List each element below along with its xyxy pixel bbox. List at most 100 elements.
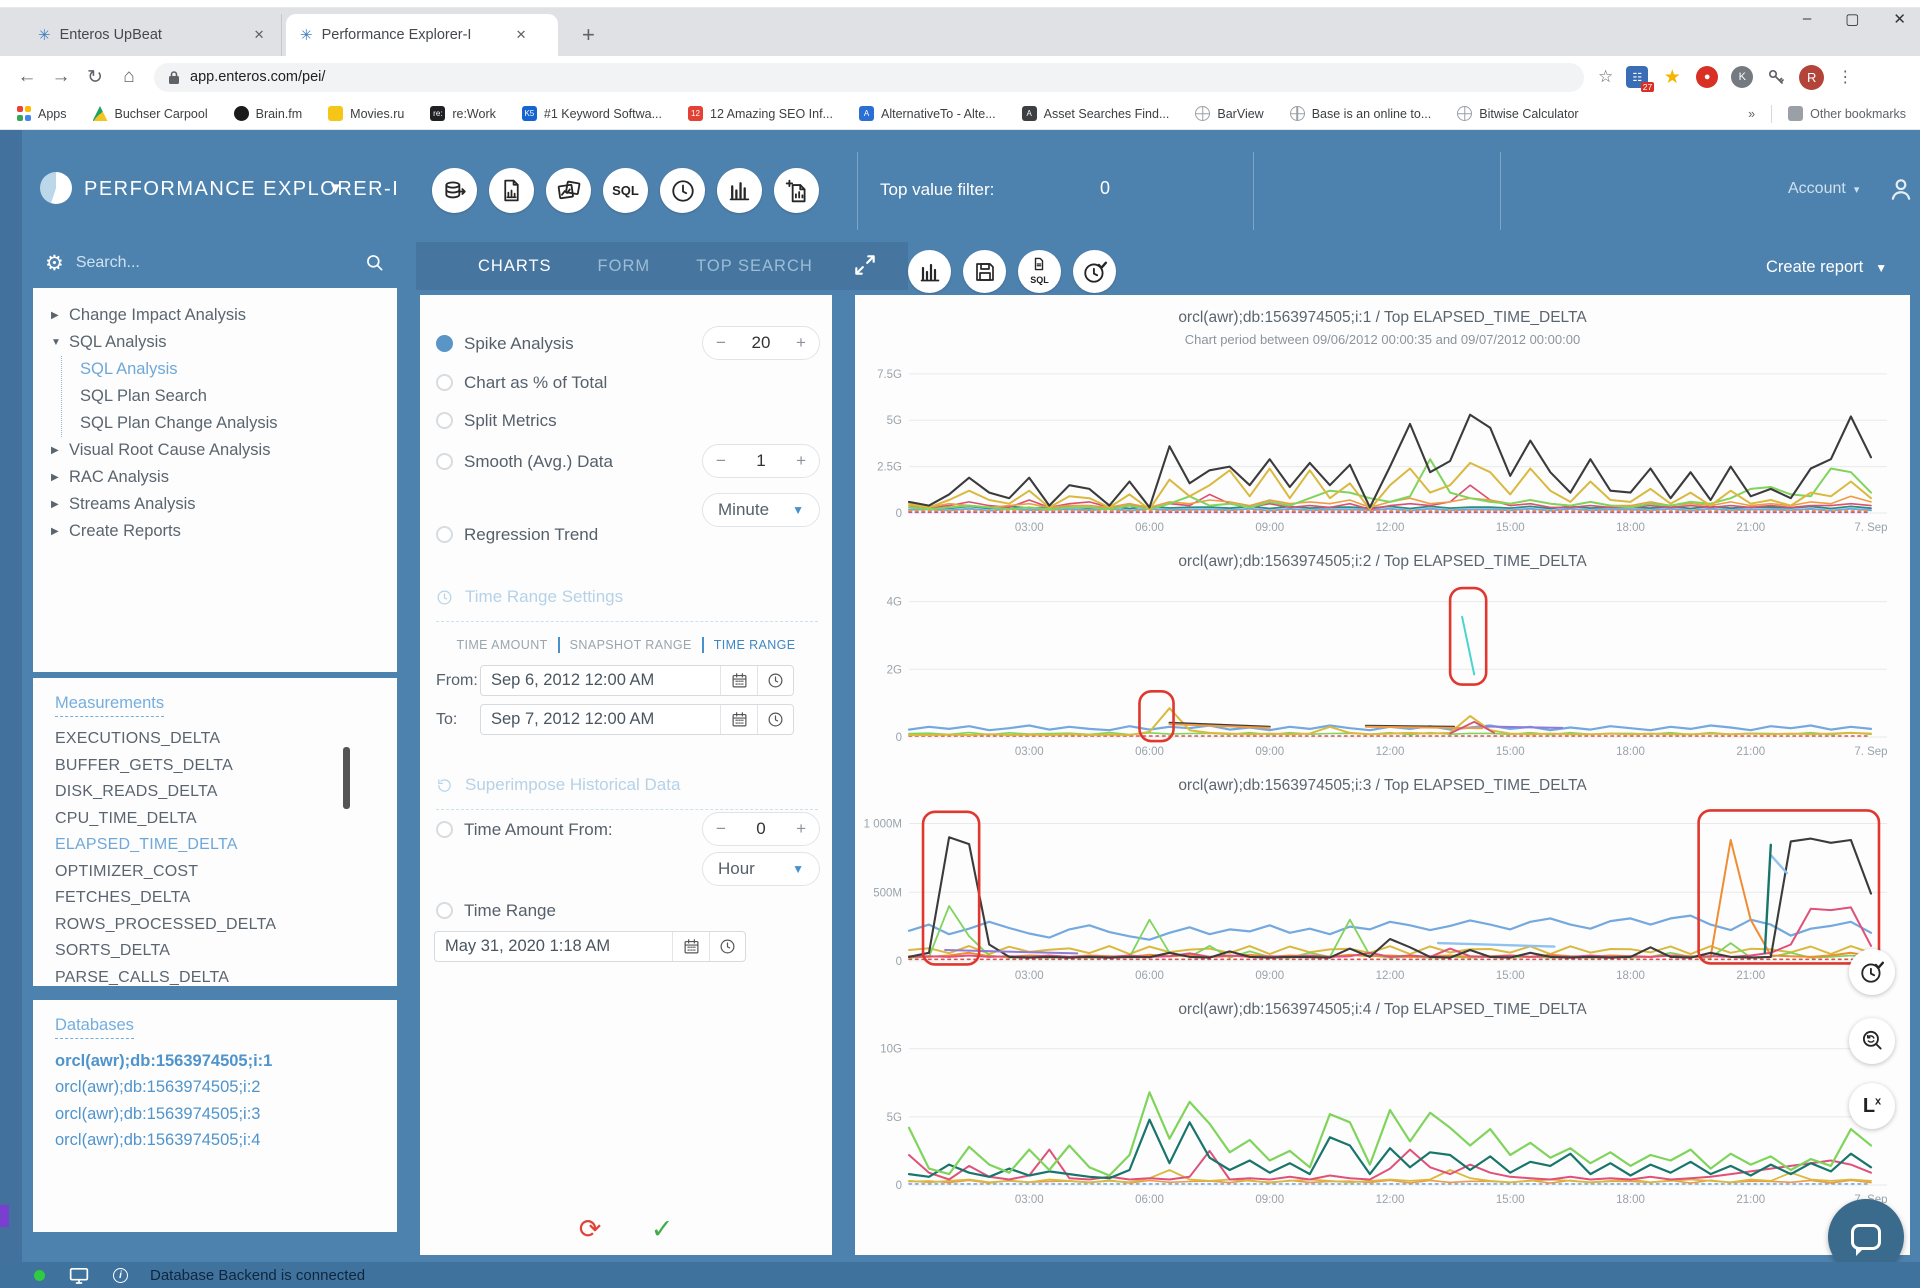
reset-button[interactable]: ⟳ xyxy=(570,1209,610,1249)
key-icon[interactable] xyxy=(1766,67,1786,87)
measurement-elapsed-time-delta[interactable]: ELAPSED_TIME_DELTA xyxy=(55,832,397,859)
calendar-icon[interactable] xyxy=(673,932,709,961)
sql-export-button[interactable]: SQL xyxy=(1018,250,1061,293)
bookmark-alternativeto-alte[interactable]: AAlternativeTo - Alte... xyxy=(859,106,996,121)
schedule-check-button[interactable] xyxy=(1073,250,1116,293)
time-range-tab-time-amount[interactable]: TIME AMOUNT xyxy=(446,638,557,652)
tab-charts[interactable]: CHARTS xyxy=(478,257,552,276)
sidebar-subitem-sql-plan-change-analysis[interactable]: SQL Plan Change Analysis xyxy=(80,410,397,437)
sidebar-item-create-reports[interactable]: ▶Create Reports xyxy=(51,518,397,545)
time-icon[interactable] xyxy=(757,666,793,695)
calendar-icon[interactable] xyxy=(721,666,757,695)
apply-button[interactable]: ✓ xyxy=(642,1209,682,1249)
time-icon[interactable] xyxy=(757,705,793,734)
bookmark-movies-ru[interactable]: Movies.ru xyxy=(328,106,404,121)
scrollbar-thumb[interactable] xyxy=(343,747,350,809)
log-axis-button[interactable]: Lx xyxy=(1849,1083,1895,1129)
bookmark-1-keyword-softwa[interactable]: K5#1 Keyword Softwa... xyxy=(522,106,662,121)
sidebar-item-sql-analysis[interactable]: ▼SQL Analysis xyxy=(51,329,397,356)
measurement-rows-processed-delta[interactable]: ROWS_PROCESSED_DELTA xyxy=(55,912,397,939)
bookmark-apps[interactable]: Apps xyxy=(16,106,67,121)
sidebar-item-change-impact-analysis[interactable]: ▶Change Impact Analysis xyxy=(51,302,397,329)
sidebar-subitem-sql-analysis[interactable]: SQL Analysis xyxy=(80,356,397,383)
superimpose-time-range-radio[interactable] xyxy=(436,902,453,919)
time-button[interactable] xyxy=(660,168,705,213)
minus-icon[interactable]: − xyxy=(716,819,726,839)
spike-count-stepper[interactable]: − 20 + xyxy=(702,326,820,360)
time-icon[interactable] xyxy=(709,932,745,961)
bookmark-bitwise-calculator[interactable]: Bitwise Calculator xyxy=(1457,106,1578,121)
calendar-icon[interactable] xyxy=(721,705,757,734)
bookmarks-overflow-chevron[interactable]: » xyxy=(1748,107,1755,121)
from-date-input[interactable]: Sep 6, 2012 12:00 AM xyxy=(480,665,794,696)
account-menu[interactable]: Account▾ xyxy=(1788,180,1859,198)
gear-icon[interactable]: ⚙ xyxy=(45,251,64,276)
time-check-button[interactable] xyxy=(1849,949,1895,995)
spike-analysis-radio[interactable] xyxy=(436,335,453,352)
new-tab-button[interactable]: + xyxy=(582,22,595,48)
window-minimize-button[interactable]: – xyxy=(1803,10,1811,28)
measurement-fetches-delta[interactable]: FETCHES_DELTA xyxy=(55,885,397,912)
bookmark-star-icon[interactable]: ☆ xyxy=(1598,67,1613,87)
smooth-radio[interactable] xyxy=(436,453,453,470)
tab-form[interactable]: FORM xyxy=(598,257,651,276)
plus-icon[interactable]: + xyxy=(796,819,806,839)
plus-icon[interactable]: + xyxy=(796,333,806,353)
window-maximize-button[interactable]: ▢ xyxy=(1845,10,1859,28)
save-button[interactable] xyxy=(963,250,1006,293)
time-amount-unit-dropdown[interactable]: Hour▼ xyxy=(702,852,820,886)
minus-icon[interactable]: − xyxy=(716,333,726,353)
browser-tab-performance-explorer[interactable]: ✳ Performance Explorer-I ✕ xyxy=(286,14,558,56)
minus-icon[interactable]: − xyxy=(716,451,726,471)
database-item-3[interactable]: orcl(awr);db:1563974505;i:3 xyxy=(55,1101,397,1128)
time-range-tab-snapshot-range[interactable]: SNAPSHOT RANGE xyxy=(560,638,702,652)
chart-svg[interactable]: 05G10G03:0006:0009:0012:0015:0018:0021:0… xyxy=(863,1021,1903,1211)
bookmark-brain-fm[interactable]: Brain.fm xyxy=(234,106,303,121)
chevron-down-icon[interactable]: ▼ xyxy=(51,337,61,348)
address-bar[interactable]: app.enteros.com/pei/ xyxy=(154,63,1584,92)
measurement-optimizer-cost[interactable]: OPTIMIZER_COST xyxy=(55,859,397,886)
measurement-parse-calls-delta[interactable]: PARSE_CALLS_DELTA xyxy=(55,965,397,992)
chart-svg[interactable]: 0500M1 000M03:0006:0009:0012:0015:0018:0… xyxy=(863,797,1903,987)
extension-icon[interactable]: ☷27 xyxy=(1626,66,1648,88)
window-close-button[interactable]: ✕ xyxy=(1893,10,1906,28)
chart-svg[interactable]: 02G4G03:0006:0009:0012:0015:0018:0021:00… xyxy=(863,573,1903,763)
to-date-input[interactable]: Sep 7, 2012 12:00 AM xyxy=(480,704,794,735)
superimpose-date-input[interactable]: May 31, 2020 1:18 AM xyxy=(434,931,746,962)
measurement-cpu-time-delta[interactable]: CPU_TIME_DELTA xyxy=(55,806,397,833)
bookmark-12-amazing-seo-inf[interactable]: 1212 Amazing SEO Inf... xyxy=(688,106,833,121)
k-extension-icon[interactable]: K xyxy=(1731,66,1753,88)
database-item-4[interactable]: orcl(awr);db:1563974505;i:4 xyxy=(55,1128,397,1155)
database-item-1[interactable]: orcl(awr);db:1563974505;i:1 xyxy=(55,1048,397,1075)
measurement-sorts-delta[interactable]: SORTS_DELTA xyxy=(55,938,397,965)
title-caret-icon[interactable]: ▼ xyxy=(328,180,343,197)
reload-icon[interactable]: ↻ xyxy=(78,66,112,89)
chart-svg[interactable]: 02.5G5G7.5G03:0006:0009:0012:0015:0018:0… xyxy=(863,349,1903,539)
profile-avatar[interactable]: R xyxy=(1799,65,1824,90)
time-amount-stepper[interactable]: − 0 + xyxy=(702,812,820,846)
other-bookmarks-button[interactable]: Other bookmarks xyxy=(1788,106,1906,121)
sql-button[interactable]: SQL xyxy=(603,168,648,213)
tab-close-icon[interactable]: ✕ xyxy=(254,27,265,43)
sidebar-search[interactable]: ⚙ Search... xyxy=(33,242,397,284)
home-icon[interactable]: ⌂ xyxy=(112,66,146,88)
report-file-button[interactable] xyxy=(489,168,534,213)
regression-radio[interactable] xyxy=(436,526,453,543)
chevron-right-icon[interactable]: ▶ xyxy=(51,445,61,456)
sidebar-item-streams-analysis[interactable]: ▶Streams Analysis xyxy=(51,491,397,518)
sidebar-item-visual-root-cause-analysis[interactable]: ▶Visual Root Cause Analysis xyxy=(51,437,397,464)
chevron-right-icon[interactable]: ▶ xyxy=(51,526,61,537)
bookmark-re-work[interactable]: re:re:Work xyxy=(430,106,496,121)
plus-icon[interactable]: + xyxy=(796,451,806,471)
split-metrics-radio[interactable] xyxy=(436,412,453,429)
chevron-right-icon[interactable]: ▶ xyxy=(51,310,61,321)
bookmark-barview[interactable]: BarView xyxy=(1195,106,1263,121)
browser-tab-enteros-upbeat[interactable]: ✳ Enteros UpBeat ✕ xyxy=(24,14,282,56)
back-icon[interactable]: ← xyxy=(10,66,44,88)
chart-button[interactable] xyxy=(717,168,762,213)
star-extension-icon[interactable]: ★ xyxy=(1661,66,1683,88)
tab-close-icon[interactable]: ✕ xyxy=(516,27,527,43)
search-icon[interactable] xyxy=(365,253,385,273)
create-report-button[interactable]: Create report▼ xyxy=(1766,258,1887,277)
sidebar-subitem-sql-plan-search[interactable]: SQL Plan Search xyxy=(80,383,397,410)
